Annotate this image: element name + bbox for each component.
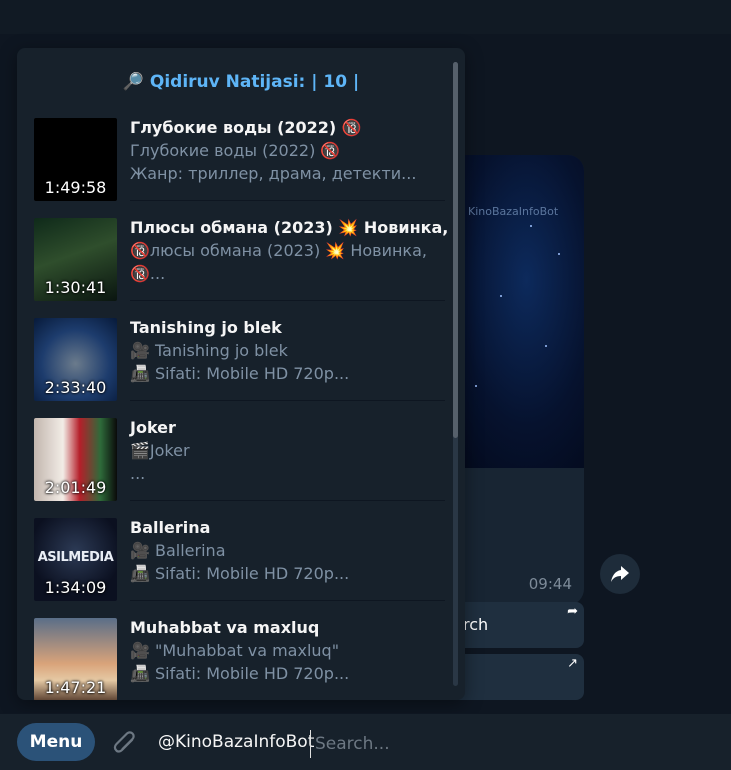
media-star: [545, 345, 547, 347]
results-scrollbar[interactable]: [453, 62, 458, 686]
search-input[interactable]: [310, 730, 617, 758]
result-item[interactable]: 1:47:21 Muhabbat va maxluq 🎥 "Muhabbat v…: [17, 598, 445, 700]
result-title: Tanishing jo blek: [130, 318, 282, 337]
menu-button[interactable]: Menu: [17, 723, 95, 761]
result-line: 🎥 "Muhabbat va maxluq": [130, 641, 340, 660]
bot-username-prefix: @KinoBazaInfoBot: [158, 732, 315, 752]
paperclip-icon: [113, 731, 135, 753]
result-line: 🎥 Tanishing jo blek: [130, 341, 288, 360]
result-line: 📠 Sifati: Mobile HD 720p...: [130, 564, 350, 583]
video-duration: 1:49:58: [44, 178, 107, 197]
result-title: Глубокие воды (2022) 🔞: [130, 118, 362, 137]
result-thumbnail: 1:49:58: [34, 118, 117, 201]
result-line: ...: [130, 464, 146, 483]
media-star: [530, 225, 532, 227]
inline-results-popup: 🔎 Qidiruv Natijasi: | 10 | 1:49:58 Глубо…: [17, 48, 465, 700]
result-item[interactable]: 1:30:41 Плюсы обмана (2023) 💥 Новинка, 🔞…: [17, 198, 449, 301]
inline-button-label: rch: [463, 615, 489, 634]
attach-button[interactable]: [112, 729, 138, 759]
results-title: 🔎 Qidiruv Natijasi: | 10 |: [122, 72, 360, 92]
result-title: Joker: [130, 418, 176, 437]
media-star: [475, 385, 477, 387]
video-duration: 2:33:40: [44, 378, 107, 397]
forward-button[interactable]: [600, 554, 640, 594]
video-duration: 2:01:49: [44, 478, 107, 497]
result-thumbnail: 1:47:21: [34, 618, 117, 700]
chat-header-strip: [0, 0, 731, 34]
media-star: [558, 253, 560, 255]
result-title: Плюсы обмана (2023) 💥 Новинка,: [130, 218, 449, 237]
result-thumbnail: 1:30:41: [34, 218, 117, 301]
result-item[interactable]: 1:49:58 Глубокие воды (2022) 🔞 Глубокие …: [17, 98, 445, 201]
result-line: 🎬Joker: [130, 441, 190, 460]
result-line: 🔞люсы обмана (2023) 💥 Новинка,: [130, 241, 427, 260]
result-item[interactable]: 2:01:49 Joker 🎬Joker ...: [17, 398, 445, 501]
scrollbar-thumb[interactable]: [453, 62, 458, 438]
result-line: Жанр: триллер, драма, детекти...: [130, 164, 417, 183]
result-title: Muhabbat va maxluq: [130, 618, 320, 637]
forward-arrow-icon: [611, 566, 629, 582]
result-thumbnail: 2:33:40: [34, 318, 117, 401]
video-duration: 1:30:41: [44, 278, 107, 297]
thumbnail-logo-text: ASILMEDIA: [37, 550, 114, 565]
result-thumbnail: 2:01:49: [34, 418, 117, 501]
external-link-icon: ↗: [567, 656, 578, 671]
result-line: 📠 Sifati: Mobile HD 720p...: [130, 364, 350, 383]
message-time: 09:44: [528, 575, 572, 593]
result-item[interactable]: ASILMEDIA 1:34:09 Ballerina 🎥 Ballerina …: [17, 498, 445, 601]
media-watermark: KinoBazaInfoBot: [468, 205, 559, 218]
result-line: 🔞...: [130, 264, 166, 283]
video-duration: 1:47:21: [44, 678, 107, 697]
result-thumbnail: ASILMEDIA 1:34:09: [34, 518, 117, 601]
video-duration: 1:34:09: [44, 578, 107, 597]
result-item[interactable]: 2:33:40 Tanishing jo blek 🎥 Tanishing jo…: [17, 298, 445, 401]
result-line: 🎥 Ballerina: [130, 541, 226, 560]
media-star: [500, 295, 502, 297]
result-line: Глубокие воды (2022) 🔞: [130, 141, 341, 160]
share-arrow-icon: ➦: [567, 604, 578, 619]
result-line: 📠 Sifati: Mobile HD 720p...: [130, 664, 350, 683]
result-title: Ballerina: [130, 518, 211, 537]
